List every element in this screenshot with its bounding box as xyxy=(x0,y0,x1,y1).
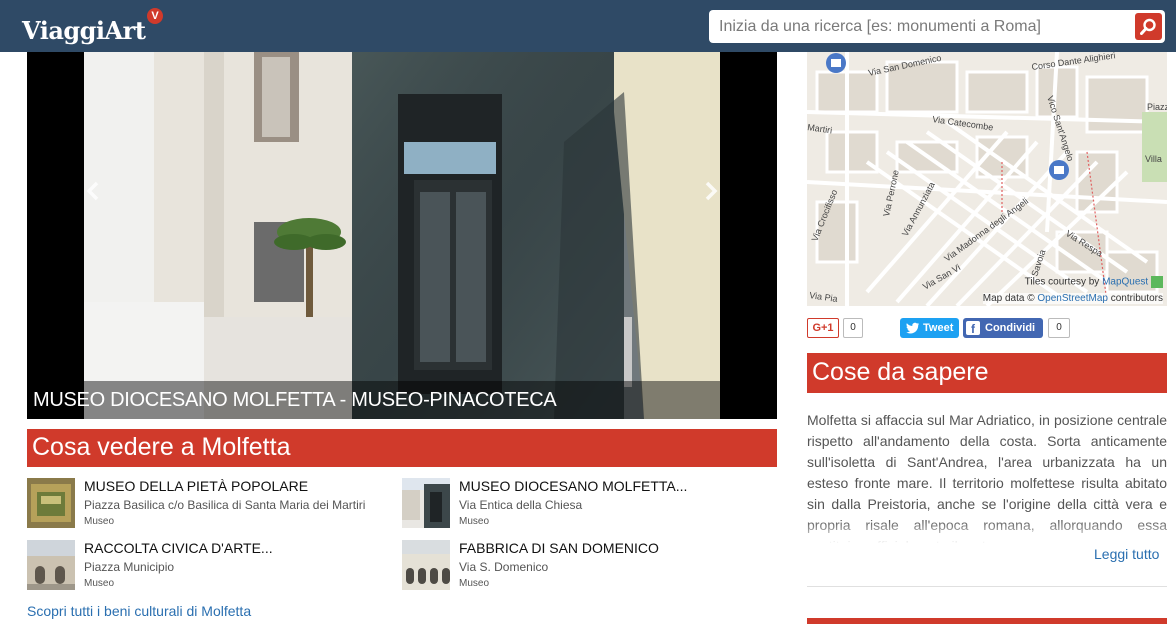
slide-caption-bar: MUSEO DIOCESANO MOLFETTA - MUSEO-PINACOT… xyxy=(27,381,720,419)
museum-marker-icon[interactable] xyxy=(826,53,846,73)
map-data-suffix: contributors xyxy=(1107,293,1163,304)
map-data-prefix: Map data © xyxy=(982,293,1038,304)
item-type: Museo xyxy=(84,578,115,589)
google-plus-button[interactable]: G+1 xyxy=(807,318,839,338)
slider-next-button[interactable] xyxy=(703,180,723,204)
item-title[interactable]: MUSEO DIOCESANO MOLFETTA... xyxy=(459,478,687,494)
chevron-right-icon xyxy=(705,181,718,201)
item-type: Museo xyxy=(84,516,115,527)
next-section-header xyxy=(807,618,1167,624)
search-input[interactable] xyxy=(709,10,1129,43)
item-address: Piazza Basilica c/o Basilica di Santa Ma… xyxy=(84,498,366,512)
item-thumbnail[interactable] xyxy=(402,540,450,590)
map-data-attribution: Map data © OpenStreetMap contributors xyxy=(982,293,1163,304)
facebook-icon: f xyxy=(966,321,980,336)
divider xyxy=(807,586,1167,587)
item-thumbnail[interactable] xyxy=(27,478,75,528)
search-button[interactable] xyxy=(1135,13,1162,40)
slider-prev-button[interactable] xyxy=(85,180,105,204)
item-title[interactable]: MUSEO DELLA PIETÀ POPOLARE xyxy=(84,478,308,494)
tweet-label: Tweet xyxy=(923,322,954,334)
item-address: Via S. Domenico xyxy=(459,560,549,574)
google-plus-count: 0 xyxy=(843,318,863,338)
map-street-label: Villa xyxy=(1145,154,1162,164)
section-title: Cosa vedere a Molfetta xyxy=(32,433,291,461)
list-item[interactable]: FABBRICA DI SAN DOMENICO Via S. Domenico… xyxy=(402,540,762,592)
list-item[interactable]: MUSEO DELLA PIETÀ POPOLARE Piazza Basili… xyxy=(27,478,387,530)
logo-badge: V xyxy=(147,8,163,24)
list-item[interactable]: RACCOLTA CIVICA D'ARTE... Piazza Municip… xyxy=(27,540,387,592)
slide-caption[interactable]: MUSEO DIOCESANO MOLFETTA - MUSEO-PINACOT… xyxy=(33,389,557,412)
item-thumbnail[interactable] xyxy=(27,540,75,590)
openstreetmap-link[interactable]: OpenStreetMap xyxy=(1037,293,1108,304)
text-fade xyxy=(807,520,1167,544)
read-more-link[interactable]: Leggi tutto xyxy=(1094,546,1159,562)
chevron-left-icon xyxy=(86,181,99,201)
mapquest-icon xyxy=(1151,276,1163,288)
tiles-prefix: Tiles courtesy by xyxy=(1024,276,1103,288)
map-tiles-attribution: Tiles courtesy by MapQuest xyxy=(1025,276,1163,288)
item-thumbnail[interactable] xyxy=(402,478,450,528)
section-title: Cose da sapere xyxy=(812,358,989,386)
map-tiles[interactable]: Via San Domenico Corso Dante Alighieri V… xyxy=(807,52,1167,306)
facebook-share-button[interactable]: f Condividi xyxy=(963,318,1043,338)
item-address: Piazza Municipio xyxy=(84,560,175,574)
search-box xyxy=(709,10,1165,43)
logo-text: ViaggiArt xyxy=(22,16,146,45)
about-header: Cose da sapere xyxy=(807,353,1167,393)
list-item[interactable]: MUSEO DIOCESANO MOLFETTA... Via Entica d… xyxy=(402,478,762,530)
site-logo[interactable]: ViaggiArt V xyxy=(22,8,172,48)
map-widget[interactable]: Via San Domenico Corso Dante Alighieri V… xyxy=(807,52,1167,306)
tweet-button[interactable]: Tweet xyxy=(900,318,959,338)
photo-slider: MUSEO DIOCESANO MOLFETTA - MUSEO-PINACOT… xyxy=(27,52,777,419)
twitter-bird-icon xyxy=(906,322,919,334)
top-navbar: ViaggiArt V xyxy=(0,0,1176,52)
discover-all-link[interactable]: Scopri tutti i beni culturali di Molfett… xyxy=(27,603,251,619)
what-to-see-header: Cosa vedere a Molfetta xyxy=(27,429,777,467)
item-address: Via Entica della Chiesa xyxy=(459,498,583,512)
slide-photo[interactable] xyxy=(84,52,720,419)
facebook-count: 0 xyxy=(1048,318,1070,338)
item-type: Museo xyxy=(459,578,490,589)
map-street-label: Piazz xyxy=(1147,102,1167,112)
item-title[interactable]: RACCOLTA CIVICA D'ARTE... xyxy=(84,540,273,556)
item-type: Museo xyxy=(459,516,490,527)
museum-marker-icon[interactable] xyxy=(1049,160,1069,180)
mapquest-link[interactable]: MapQuest xyxy=(1102,277,1148,288)
search-icon xyxy=(1140,18,1156,35)
item-title[interactable]: FABBRICA DI SAN DOMENICO xyxy=(459,540,659,556)
facebook-share-label: Condividi xyxy=(985,322,1036,334)
